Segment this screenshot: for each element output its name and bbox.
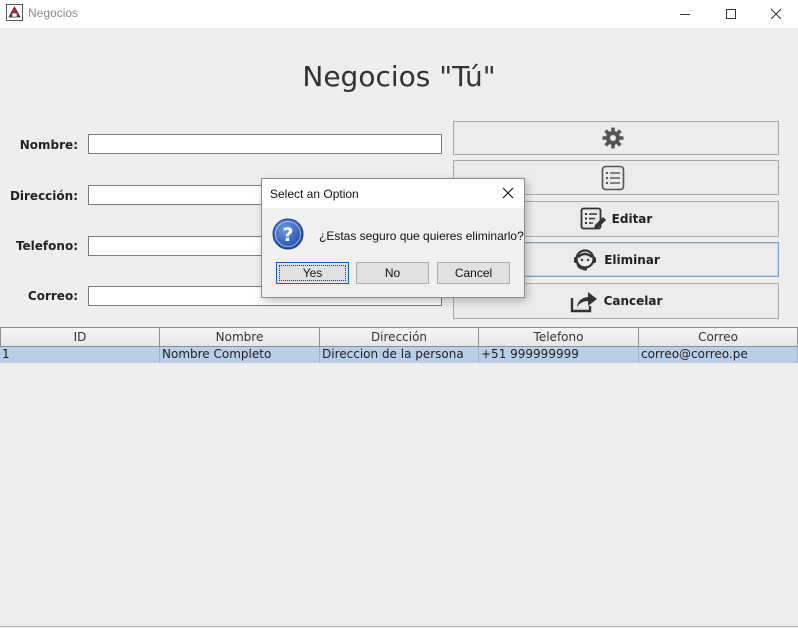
edit-button-label: Editar (611, 212, 653, 226)
share-icon (570, 292, 597, 313)
confirm-dialog: Select an Option ? ¿Estas seguro que qui… (261, 178, 525, 298)
edit-list-icon (580, 207, 606, 230)
support-agent-icon (574, 248, 597, 270)
table-cell: 1 (0, 347, 160, 363)
window-bottom-border (0, 626, 798, 627)
minimize-button[interactable] (662, 0, 708, 28)
svg-text:?: ? (282, 224, 293, 246)
table-cell: correo@correo.pe (639, 347, 798, 363)
list-icon (601, 165, 625, 190)
telefono-label: Telefono: (15, 239, 78, 253)
direccion-label: Dirección: (9, 189, 78, 203)
question-icon: ? (272, 218, 304, 250)
nombre-label: Nombre: (19, 138, 78, 152)
cancel-button[interactable]: Cancel (437, 262, 510, 284)
settings-button[interactable] (453, 121, 779, 155)
cancel-action-button-label: Cancelar (603, 294, 663, 308)
dialog-titlebar: Select an Option (262, 179, 524, 208)
table-cell: Direccion de la persona (320, 347, 479, 363)
table-row[interactable]: 1 Nombre Completo Direccion de la person… (0, 347, 798, 363)
minimize-icon (680, 14, 690, 15)
column-header-correo[interactable]: Correo (639, 327, 798, 347)
maximize-icon (726, 9, 736, 19)
table-cell: Nombre Completo (160, 347, 320, 363)
nombre-field[interactable] (88, 134, 442, 154)
window-close-button[interactable] (753, 0, 798, 28)
yes-button[interactable]: Yes (276, 262, 349, 284)
window-titlebar: Negocios (0, 0, 798, 28)
column-header-telefono[interactable]: Telefono (479, 327, 639, 347)
column-header-direccion[interactable]: Dirección (320, 327, 479, 347)
table-header: ID Nombre Dirección Telefono Correo (0, 327, 798, 347)
column-header-nombre[interactable]: Nombre (160, 327, 320, 347)
no-button[interactable]: No (356, 262, 429, 284)
dialog-title: Select an Option (270, 187, 359, 201)
column-header-id[interactable]: ID (0, 327, 160, 347)
app-icon (6, 4, 23, 21)
delete-button-label: Eliminar (604, 252, 660, 267)
window-title: Negocios (28, 6, 79, 20)
close-icon (770, 8, 782, 20)
close-icon[interactable] (500, 185, 516, 201)
business-table[interactable]: ID Nombre Dirección Telefono Correo 1 No… (0, 327, 798, 363)
dialog-message: ¿Estas seguro que quieres eliminarlo? (319, 229, 524, 243)
page-title: Negocios "Tú" (302, 60, 496, 93)
maximize-button[interactable] (708, 0, 754, 28)
gear-icon (602, 127, 624, 149)
table-cell: +51 999999999 (479, 347, 639, 363)
correo-label: Correo: (27, 289, 78, 303)
